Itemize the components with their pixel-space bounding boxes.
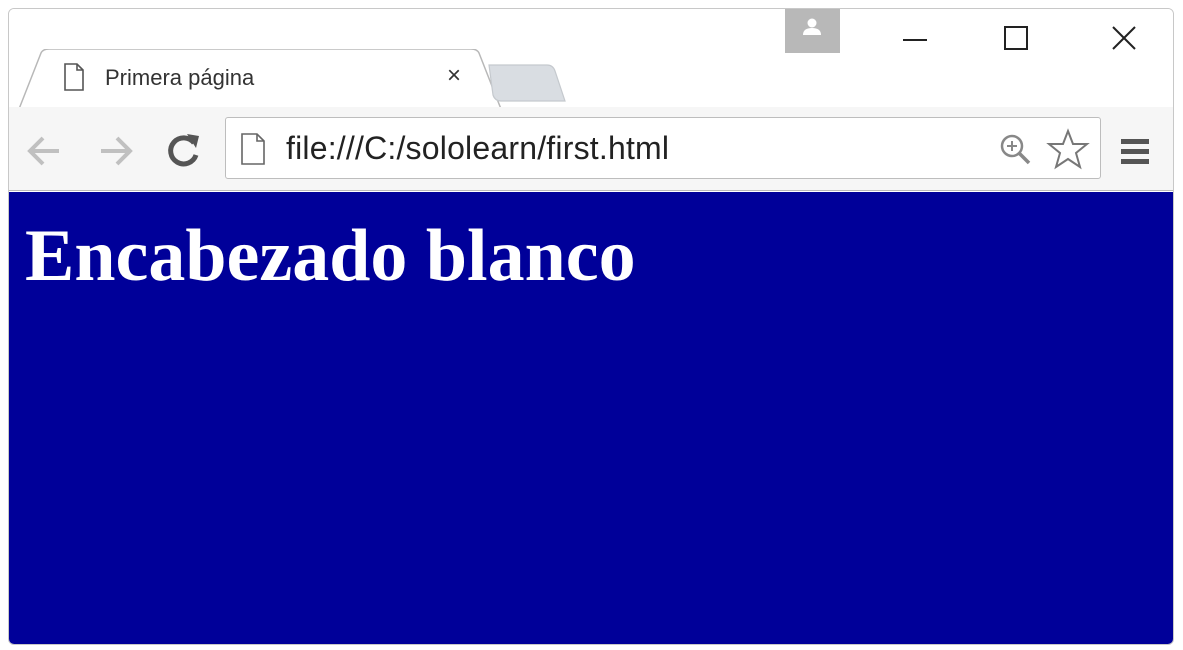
title-bar: Primera página × <box>9 9 1173 109</box>
browser-window: Primera página × file:///C:/sololearn/fi… <box>8 8 1174 645</box>
zoom-in-icon[interactable] <box>998 132 1032 166</box>
close-button[interactable] <box>1069 9 1173 69</box>
tab-primera-pagina[interactable]: Primera página × <box>19 49 507 109</box>
back-button[interactable] <box>23 129 67 173</box>
page-icon <box>63 63 85 91</box>
reload-button[interactable] <box>161 129 205 173</box>
page-heading: Encabezado blanco <box>25 215 636 297</box>
minimize-icon <box>903 39 927 41</box>
tab-title: Primera página <box>105 65 255 90</box>
profile-button[interactable] <box>785 9 840 53</box>
person-icon <box>803 18 821 35</box>
tab-shape <box>19 49 502 109</box>
reload-icon <box>168 134 199 167</box>
maximize-icon <box>1004 26 1028 50</box>
hamburger-menu-icon[interactable] <box>1117 135 1153 169</box>
tab-close-icon[interactable]: × <box>439 61 469 91</box>
back-arrow-icon <box>27 136 59 166</box>
forward-button[interactable] <box>93 129 137 173</box>
close-icon <box>1112 26 1136 50</box>
minimize-button[interactable] <box>861 9 971 69</box>
maximize-button[interactable] <box>963 9 1073 69</box>
page-content: Encabezado blanco <box>9 192 1173 644</box>
url-text[interactable]: file:///C:/sololearn/first.html <box>286 130 669 167</box>
new-tab-button[interactable] <box>487 63 567 103</box>
forward-arrow-icon <box>101 136 133 166</box>
address-bar[interactable]: file:///C:/sololearn/first.html <box>225 117 1101 179</box>
page-icon <box>240 133 266 165</box>
browser-toolbar: file:///C:/sololearn/first.html <box>9 107 1173 191</box>
star-icon[interactable] <box>1046 128 1090 170</box>
